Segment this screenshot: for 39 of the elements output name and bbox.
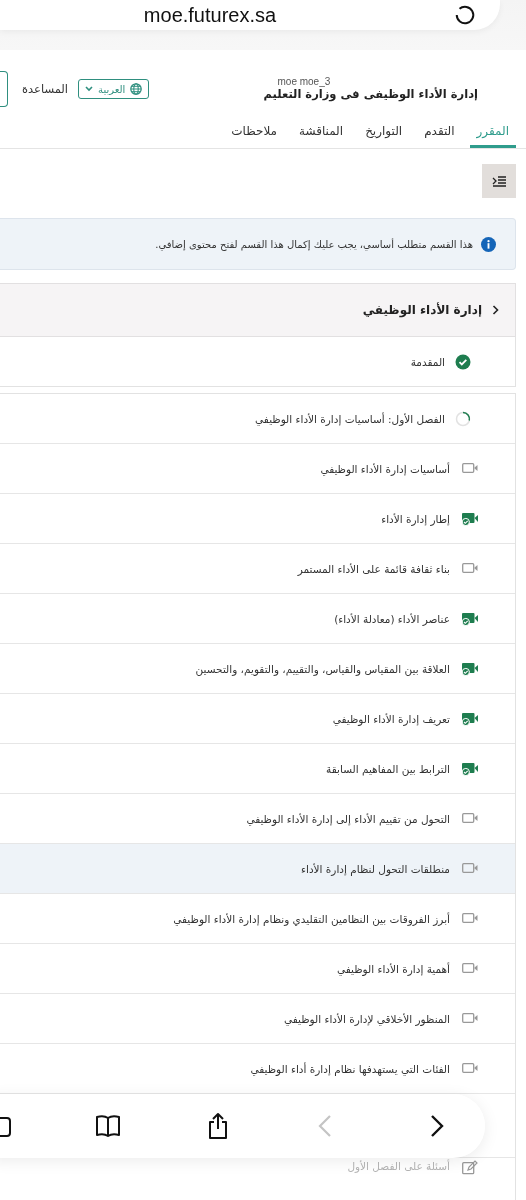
lesson-title: أهمية إدارة الأداء الوظيفي bbox=[337, 962, 450, 975]
tab[interactable]: المناقشة bbox=[292, 124, 351, 148]
section-title: إدارة الأداء الوظيفي bbox=[362, 303, 482, 317]
lesson-title: منطلقات التحول لنظام إدارة الأداء bbox=[301, 862, 450, 875]
account-button[interactable] bbox=[0, 71, 8, 107]
tab[interactable]: ملاحظات bbox=[224, 124, 285, 148]
url-text: moe.futurex.sa bbox=[143, 4, 277, 26]
course-title: إدارة الأداء الوظيفى فى وزارة التعليم bbox=[263, 87, 478, 102]
help-link[interactable]: المساعدة bbox=[22, 82, 69, 96]
lesson-title: الترابط بين المفاهيم السابقة bbox=[326, 762, 450, 775]
lesson-title: التحول من تقييم الأداء إلى إدارة الأداء الوظيفي bbox=[246, 812, 450, 825]
menu-icon bbox=[491, 175, 507, 187]
lesson-title: العلاقة بين المقياس والقياس، والتقييم، والتقويم، والتحسين bbox=[195, 662, 450, 675]
alert-text: هذا القسم متطلب أساسي، يجب عليك إكمال هذا القسم لفتح محتوى إضافي. bbox=[155, 238, 473, 250]
user-name: moe moe_3 bbox=[277, 76, 331, 87]
unit-title: الفصل الأول: أساسيات إدارة الأداء الوظيفي bbox=[255, 412, 445, 425]
chevron-icon bbox=[492, 305, 499, 315]
tab[interactable]: التقدم bbox=[417, 124, 462, 148]
globe-icon bbox=[130, 83, 143, 95]
lesson-title: أبرز الفروقات بين النظامين التقليدي ونظام إدارة الأداء الوظيفي bbox=[173, 912, 450, 925]
lesson-title: تعريف إدارة الأداء الوظيفي bbox=[332, 712, 450, 725]
unit-title: المقدمة bbox=[410, 355, 445, 368]
lesson-row[interactable]: منطلقات التحول لنظام إدارة الأداء bbox=[0, 844, 515, 894]
address-bar[interactable]: moe.futurex.sa bbox=[0, 0, 500, 30]
lesson-title: أسئلة على الفصل الأول bbox=[347, 1160, 450, 1172]
lesson-title: المنظور الأخلاقي لإدارة الأداء الوظيفي bbox=[284, 1012, 450, 1025]
reload-icon[interactable] bbox=[454, 4, 476, 26]
lesson-title: بناء ثقافة قائمة على الأداء المستمر bbox=[297, 562, 450, 575]
tab[interactable]: التواريخ bbox=[358, 124, 410, 148]
lesson-title: إطار إدارة الأداء bbox=[381, 512, 450, 525]
book-icon[interactable] bbox=[94, 1112, 122, 1140]
lesson-title: الفئات التي يستهدفها نظام إدارة أداء الوظيفي bbox=[250, 1062, 450, 1075]
sidebar-toggle-button[interactable] bbox=[482, 164, 516, 198]
caret-icon bbox=[85, 86, 94, 92]
lesson-title: أساسيات إدارة الأداء الوظيفي bbox=[320, 462, 450, 475]
language-dropdown[interactable]: العربية bbox=[78, 79, 150, 99]
info-icon bbox=[481, 236, 496, 252]
lesson-title: عناصر الأداء (معادلة الأداء) bbox=[334, 612, 450, 625]
section-header[interactable]: إدارة الأداء الوظيفي bbox=[0, 283, 516, 337]
